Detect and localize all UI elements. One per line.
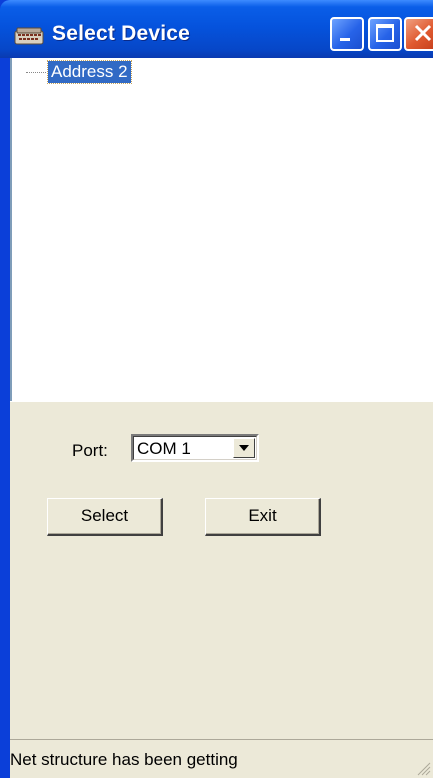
pane-splitter[interactable] <box>10 401 433 405</box>
select-device-window: Select Device Address 2 Port: COM 1 Sele… <box>0 0 433 778</box>
port-select-value: COM 1 <box>137 439 191 458</box>
port-select[interactable]: COM 1 <box>131 434 259 462</box>
tree-connector-line <box>26 72 46 73</box>
window-title: Select Device <box>52 22 191 45</box>
exit-button[interactable]: Exit <box>205 498 321 536</box>
port-dropdown-button[interactable] <box>233 438 255 458</box>
status-bar: Net structure has been getting <box>10 739 433 778</box>
minimize-icon <box>340 38 350 41</box>
client-area: Address 2 Port: COM 1 Select Exit Net st… <box>10 58 433 778</box>
minimize-button[interactable] <box>330 17 364 51</box>
title-bar[interactable]: Select Device <box>0 0 433 58</box>
close-button[interactable] <box>404 17 433 51</box>
maximize-icon <box>376 24 394 42</box>
tree-item-address[interactable]: Address 2 <box>47 60 132 84</box>
select-button[interactable]: Select <box>47 498 163 536</box>
port-select-frame: COM 1 <box>133 436 257 460</box>
status-text: Net structure has been getting <box>10 750 238 769</box>
close-icon <box>414 24 432 42</box>
keyboard-device-icon <box>14 27 44 45</box>
port-label: Port: <box>72 441 108 460</box>
device-tree-view[interactable]: Address 2 <box>10 58 433 401</box>
resize-grip-icon[interactable] <box>415 760 431 776</box>
maximize-button[interactable] <box>368 17 402 51</box>
chevron-down-icon <box>239 445 249 451</box>
